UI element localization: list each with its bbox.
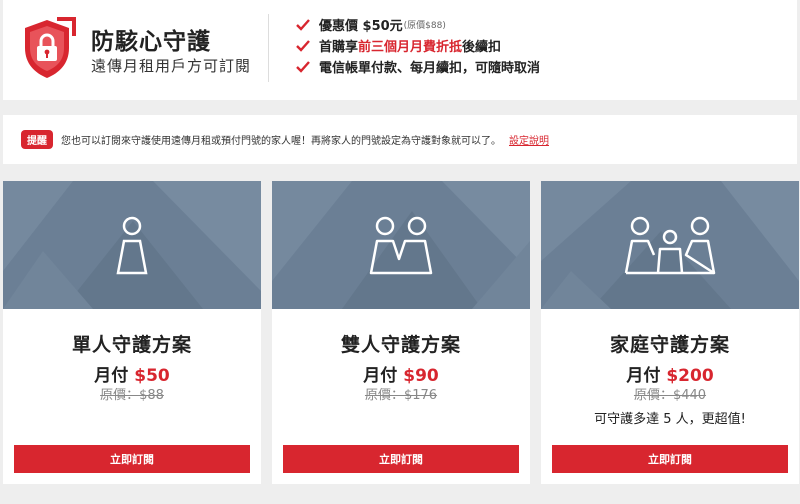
benefit-item: 電信帳單付款、每月續扣，可隨時取消 [296, 56, 540, 77]
benefit-text: 首購享 [319, 40, 359, 55]
benefit-text: 優惠價 $50元 [319, 19, 403, 34]
price-prefix: 月付 [363, 366, 398, 386]
benefit-item: 優惠價 $50元 (原價$88) [296, 14, 540, 35]
person-icon [116, 216, 148, 275]
setup-guide-link[interactable]: 設定說明 [509, 132, 549, 147]
plan-price: 月付 $200 [541, 361, 799, 386]
plan-hero [3, 181, 261, 309]
divider [268, 14, 269, 82]
subscribe-button-couple[interactable]: 立即訂閱 [283, 445, 519, 473]
plan-name: 單人守護方案 [71, 334, 192, 356]
two-people-icon [369, 216, 433, 275]
plan-extra: 可守護多達 5 人，更超值! [594, 412, 746, 427]
price-amount: $200 [666, 366, 714, 386]
benefit-text: 電信帳單付款、每月續扣，可隨時取消 [319, 61, 541, 76]
plan-name: 雙人守護方案 [340, 334, 461, 356]
plan-name: 家庭守護方案 [609, 334, 730, 356]
benefit-item: 首購享 前三個月月費折抵 後續扣 [296, 35, 540, 56]
family-icon [624, 216, 716, 275]
benefit-list: 優惠價 $50元 (原價$88) 首購享 前三個月月費折抵 後續扣 電信帳單付款、每… [296, 14, 540, 77]
benefit-highlight: 前三個月月費折抵 [358, 40, 463, 55]
original-price: 原價：$440 [633, 388, 707, 403]
benefit-note: (原價$88) [403, 21, 446, 31]
tip-bar: 提醒 您也可以訂閱來守護使用遠傳月租或預付門號的家人喔！再將家人的門號設定為守護… [3, 115, 797, 164]
price-prefix: 月付 [626, 366, 661, 386]
tip-badge: 提醒 [21, 130, 53, 149]
shield-lock-icon [25, 17, 76, 78]
price-amount: $90 [403, 366, 439, 386]
subscribe-button-single[interactable]: 立即訂閱 [14, 445, 250, 473]
brand-subtitle: 遠傳月租用戶方可訂閱 [91, 57, 252, 75]
brand-title: 防駭心守護 [91, 29, 211, 55]
subscribe-button-family[interactable]: 立即訂閱 [552, 445, 788, 473]
header-card: 防駭心守護 遠傳月租用戶方可訂閱 優惠價 $50元 (原價$88) 首購享 前三個… [3, 0, 797, 100]
price-amount: $50 [134, 366, 170, 386]
plan-hero [541, 181, 799, 309]
plan-price: 月付 $50 [3, 361, 261, 386]
plan-card-family: 家庭守護方案 月付 $200 原價：$440 可守護多達 5 人，更超值! 立即訂… [541, 181, 799, 484]
original-price: 原價：$176 [364, 388, 438, 403]
plan-card-couple: 雙人守護方案 月付 $90 原價：$176 立即訂閱 [272, 181, 530, 484]
original-price: 原價：$88 [100, 388, 164, 403]
check-icon [296, 18, 310, 31]
plan-hero [272, 181, 530, 309]
plan-card-single: 單人守護方案 月付 $50 原價：$88 立即訂閱 [3, 181, 261, 484]
check-icon [296, 60, 310, 73]
price-prefix: 月付 [94, 366, 129, 386]
benefit-suffix: 後續扣 [462, 40, 502, 55]
plan-price: 月付 $90 [272, 361, 530, 386]
tip-text: 您也可以訂閱來守護使用遠傳月租或預付門號的家人喔！再將家人的門號設定為守護對象就… [61, 136, 501, 147]
check-icon [296, 39, 310, 52]
